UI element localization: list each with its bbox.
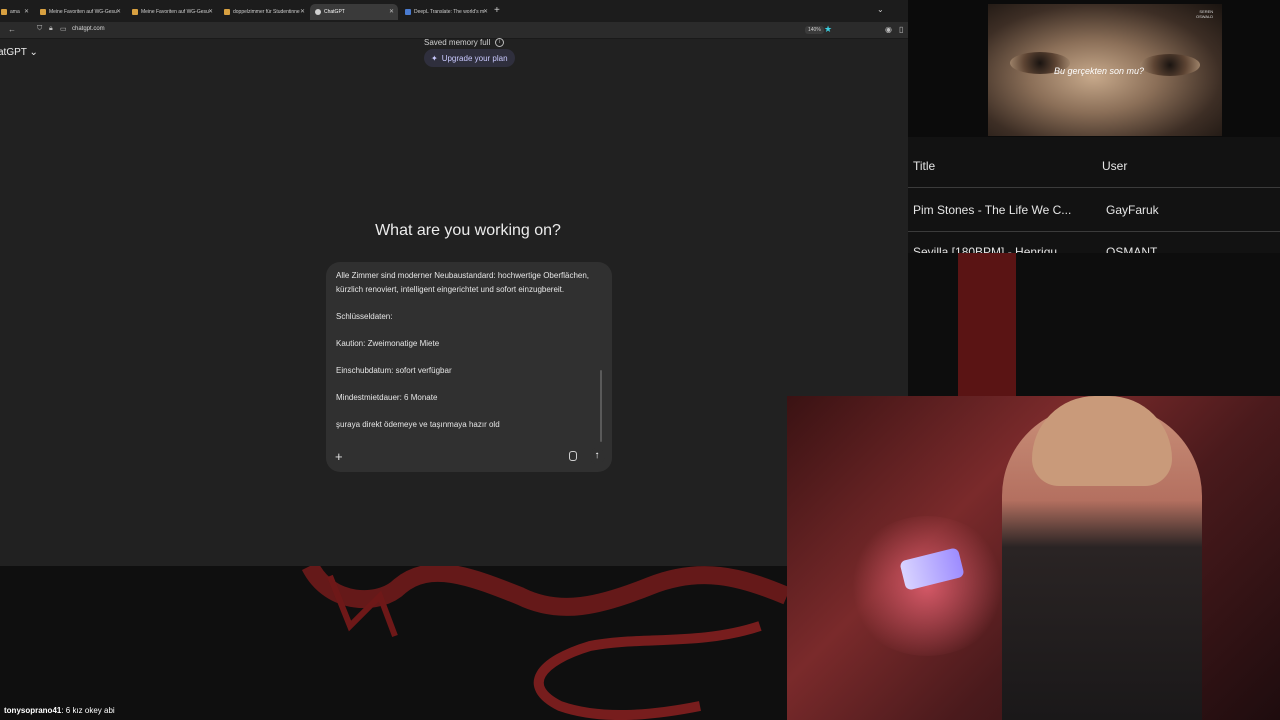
page-title: What are you working on? bbox=[375, 222, 561, 239]
stream-chat-message: tonysoprano41: 6 kız okey abi bbox=[4, 706, 115, 715]
memory-notice: Saved memory full i bbox=[424, 38, 505, 47]
deepl-favicon-icon bbox=[405, 9, 411, 15]
background-art bbox=[0, 566, 787, 720]
memory-notice-text: Saved memory full bbox=[424, 38, 491, 47]
chatgpt-favicon-icon bbox=[315, 9, 321, 15]
address-bar[interactable]: ← ⛉ 🔒︎ ▭ chatgpt.com 140% ★ ◉ ▯ bbox=[0, 22, 908, 39]
chat-message-text: : 6 kız okey abi bbox=[61, 706, 115, 715]
new-tab-button[interactable]: + bbox=[494, 5, 500, 16]
tab-favicon-icon bbox=[40, 9, 46, 15]
shield-icon[interactable]: ⛉ bbox=[37, 25, 42, 33]
prompt-input[interactable]: Alle Zimmer sind moderner Neubaustandard… bbox=[336, 269, 602, 431]
background-art bbox=[958, 253, 1280, 396]
prompt-line: şuraya direkt ödemeye ve taşınmaya hazır… bbox=[336, 419, 500, 429]
chat-username: tonysoprano41 bbox=[4, 706, 62, 715]
puzzle-icon[interactable]: ▯ bbox=[899, 25, 903, 34]
zoom-level-badge[interactable]: 140% bbox=[805, 26, 824, 34]
send-arrow-icon[interactable]: ↑ bbox=[589, 448, 605, 464]
tab-favicon-icon bbox=[132, 9, 138, 15]
prompt-line: Alle Zimmer sind moderner Neubaustandard… bbox=[336, 271, 590, 294]
table-row-title: Pim Stones - The Life We C... bbox=[913, 203, 1072, 217]
red-light bbox=[847, 516, 1007, 656]
site-info-icon[interactable]: ▭ bbox=[60, 25, 67, 33]
add-attachment-icon[interactable]: + bbox=[335, 449, 343, 464]
divider bbox=[908, 187, 1280, 188]
tab-favicon-icon bbox=[1, 9, 7, 15]
song-request-table: Title User Pim Stones - The Life We C...… bbox=[908, 137, 1280, 253]
info-icon[interactable]: i bbox=[495, 38, 505, 47]
tab[interactable]: Meine Favoriten auf WG-Gesu ✕ bbox=[35, 4, 125, 20]
model-selector[interactable]: atGPT ⌄ bbox=[0, 47, 38, 58]
prompt-line: Schlüsseldaten: bbox=[336, 311, 393, 321]
bookmark-star-icon[interactable]: ★ bbox=[824, 24, 832, 35]
close-tab-icon[interactable]: ✕ bbox=[24, 8, 29, 15]
lock-icon[interactable]: 🔒︎ bbox=[49, 25, 53, 33]
tab[interactable]: Meine Favoriten auf WG-Gesu ✕ bbox=[127, 4, 217, 20]
webcam-feed bbox=[787, 396, 1280, 720]
table-row-user: GayFaruk bbox=[1106, 203, 1159, 217]
close-tab-icon[interactable]: ✕ bbox=[483, 8, 488, 15]
back-icon[interactable]: ← bbox=[8, 25, 16, 34]
close-tab-icon[interactable]: ✕ bbox=[389, 8, 394, 15]
table-row-title: Sevilla [180BPM] - Henriqu bbox=[913, 245, 1058, 253]
column-header-user: User bbox=[1102, 159, 1128, 173]
close-tab-icon[interactable]: ✕ bbox=[116, 8, 121, 15]
video-overlay: Bu gerçekten son mu? SEREN OSWALD bbox=[908, 0, 1280, 137]
prompt-line: Kaution: Zweimonatige Miete bbox=[336, 338, 440, 348]
red-serpent-art bbox=[301, 566, 787, 720]
divider bbox=[908, 231, 1280, 232]
tab-bar: ama ✕ Meine Favoriten auf WG-Gesu ✕ Mein… bbox=[0, 0, 908, 22]
prompt-line: Mindestmietdauer: 6 Monate bbox=[336, 392, 438, 402]
tab[interactable]: DeepL Translate: The world's m ✕ bbox=[400, 4, 492, 20]
video-subtitle: Bu gerçekten son mu? bbox=[1054, 66, 1145, 76]
video-logo: SEREN OSWALD bbox=[1196, 9, 1214, 19]
eye-image bbox=[1140, 54, 1200, 76]
microphone-icon[interactable] bbox=[569, 451, 577, 461]
streamer-hair-image bbox=[1032, 396, 1172, 486]
prompt-line: Einschubdatum: sofort verfügbar bbox=[336, 365, 452, 375]
browser-window: ama ✕ Meine Favoriten auf WG-Gesu ✕ Mein… bbox=[0, 0, 908, 566]
upgrade-plan-button[interactable]: ✦ Upgrade your plan bbox=[424, 49, 515, 67]
close-tab-icon[interactable]: ✕ bbox=[300, 8, 305, 15]
tab-list-button[interactable]: ⌄ bbox=[877, 5, 884, 14]
close-tab-icon[interactable]: ✕ bbox=[208, 8, 213, 15]
table-row-user: OSMANT bbox=[1106, 245, 1158, 253]
composer-scrollbar[interactable] bbox=[600, 370, 602, 442]
red-splash-art bbox=[958, 253, 1016, 396]
column-header-title: Title bbox=[913, 159, 936, 173]
prompt-composer[interactable]: Alle Zimmer sind moderner Neubaustandard… bbox=[326, 262, 612, 472]
tab-favicon-icon bbox=[224, 9, 230, 15]
tab[interactable]: doppelzimmer für Studentinne ✕ bbox=[219, 4, 309, 20]
extension-icon[interactable]: ◉ bbox=[885, 25, 892, 34]
tab[interactable]: ama ✕ bbox=[0, 4, 33, 20]
tab-chatgpt[interactable]: ChatGPT ✕ bbox=[310, 4, 398, 20]
sparkle-icon: ✦ bbox=[431, 53, 438, 63]
url-text[interactable]: chatgpt.com bbox=[72, 26, 105, 32]
